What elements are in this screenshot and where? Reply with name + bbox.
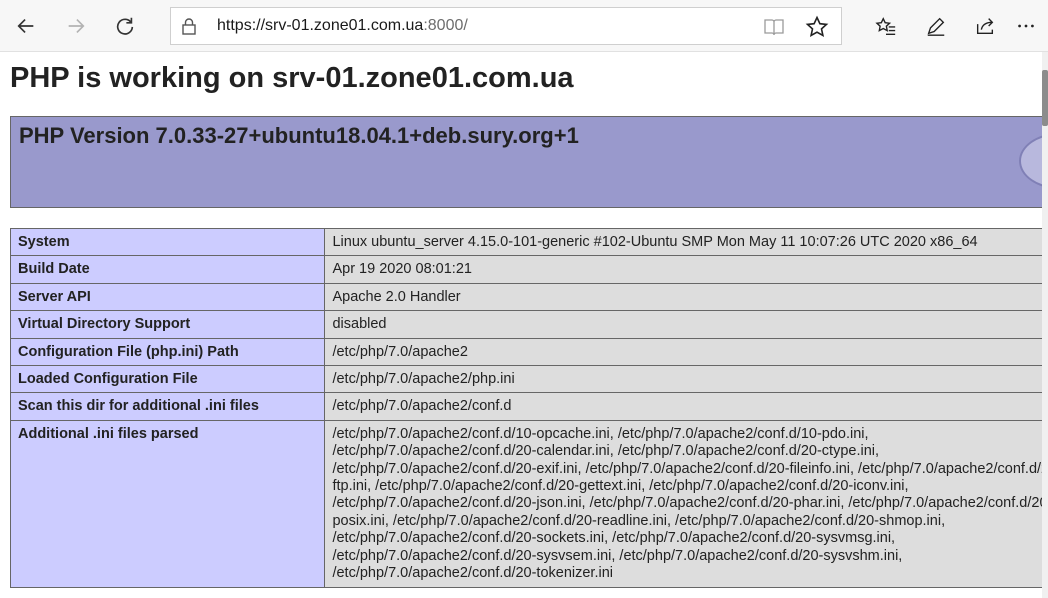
refresh-button[interactable] — [105, 6, 145, 46]
page-title: PHP is working on srv-01.zone01.com.ua — [10, 62, 574, 94]
share-button[interactable] — [965, 6, 1005, 46]
table-row: Loaded Configuration File/etc/php/7.0/ap… — [9, 365, 1042, 394]
favorites-button[interactable] — [866, 6, 906, 46]
row-label: Virtual Directory Support — [9, 310, 326, 339]
php-version-header: PHP Version 7.0.33-27+ubuntu18.04.1+deb.… — [10, 116, 1042, 208]
lock-icon — [182, 18, 196, 35]
row-label: Scan this dir for additional .ini files — [9, 392, 326, 421]
address-url: https://srv-01.zone01.com.ua:8000/ — [217, 17, 468, 35]
row-label: Additional .ini files parsed — [9, 419, 326, 588]
page-viewport: PHP is working on srv-01.zone01.com.ua P… — [0, 52, 1042, 598]
address-bar[interactable]: https://srv-01.zone01.com.ua:8000/ — [170, 7, 842, 45]
favorite-star-icon[interactable] — [805, 15, 829, 39]
row-value-line: /etc/php/7.0/apache2/conf.d/10-opcache.i… — [332, 425, 869, 442]
back-icon — [17, 18, 34, 34]
php-version-title: PHP Version 7.0.33-27+ubuntu18.04.1+deb.… — [19, 123, 579, 148]
vertical-scrollbar[interactable] — [1042, 52, 1048, 598]
row-value-line: posix.ini, /etc/php/7.0/apache2/conf.d/2… — [332, 512, 946, 529]
row-label: Server API — [9, 282, 326, 312]
row-value: /etc/php/7.0/apache2/conf.d — [324, 392, 1042, 421]
row-value: /etc/php/7.0/apache2/conf.d/10-opcache.i… — [324, 419, 1042, 588]
row-label: Loaded Configuration File — [9, 365, 326, 394]
row-value: Apache 2.0 Handler — [324, 282, 1042, 312]
scrollbar-thumb[interactable] — [1042, 70, 1048, 126]
row-value-line: /etc/php/7.0/apache2/conf.d/20-json.ini,… — [332, 495, 1042, 512]
row-value: /etc/php/7.0/apache2/php.ini — [324, 365, 1042, 394]
reading-view-icon[interactable] — [763, 16, 785, 38]
share-icon — [976, 18, 994, 35]
refresh-icon — [116, 17, 134, 35]
table-row: Build Date Apr 19 2020 08:01:21 — [9, 255, 1042, 284]
row-value: /etc/php/7.0/apache2 — [324, 337, 1042, 367]
row-value-line: ftp.ini, /etc/php/7.0/apache2/conf.d/20-… — [332, 478, 909, 495]
row-value-line: /etc/php/7.0/apache2/conf.d/20-tokenizer… — [332, 565, 613, 582]
pen-icon — [927, 17, 945, 36]
table-row: Scan this dir for additional .ini files /… — [9, 392, 1042, 421]
more-icon — [1018, 24, 1034, 28]
row-label: Configuration File (php.ini) Path — [9, 337, 326, 367]
row-value: disabled — [324, 310, 1042, 339]
row-value-line: /etc/php/7.0/apache2/conf.d/20-exif.ini,… — [332, 460, 1042, 477]
row-label: System — [9, 227, 326, 257]
more-button[interactable] — [1006, 6, 1046, 46]
forward-button[interactable] — [56, 6, 96, 46]
notes-button[interactable] — [916, 6, 956, 46]
favorites-list-icon — [875, 17, 896, 35]
table-row: Configuration File (php.ini) Path/etc/ph… — [9, 337, 1042, 367]
forward-icon — [68, 18, 85, 34]
table-row: Server API Apache 2.0 Handler — [9, 282, 1042, 312]
back-button[interactable] — [6, 6, 46, 46]
table-row: Additional .ini files parsed/etc/php/7.0… — [9, 419, 1042, 588]
browser-toolbar: https://srv-01.zone01.com.ua:8000/ — [0, 0, 1048, 52]
table-row: Virtual Directory Support disabled — [9, 310, 1042, 339]
row-value-line: /etc/php/7.0/apache2/conf.d/20-sockets.i… — [332, 530, 896, 547]
php-info-table: System Linux ubuntu_server 4.15.0-101-gen… — [9, 227, 1042, 588]
url-port: :8000/ — [423, 17, 468, 34]
table-row: System Linux ubuntu_server 4.15.0-101-gen… — [9, 227, 1042, 257]
row-label: Build Date — [9, 255, 326, 284]
row-value-line: /etc/php/7.0/apache2/conf.d/20-sysvsem.i… — [332, 547, 903, 564]
row-value-line: /etc/php/7.0/apache2/conf.d/20-calendar.… — [332, 443, 880, 460]
row-value: Apr 19 2020 08:01:21 — [324, 255, 1042, 284]
url-main: https://srv-01.zone01.com.ua — [217, 17, 424, 34]
php-logo — [1019, 133, 1042, 189]
row-value: Linux ubuntu_server 4.15.0-101-generic #… — [324, 227, 1042, 257]
